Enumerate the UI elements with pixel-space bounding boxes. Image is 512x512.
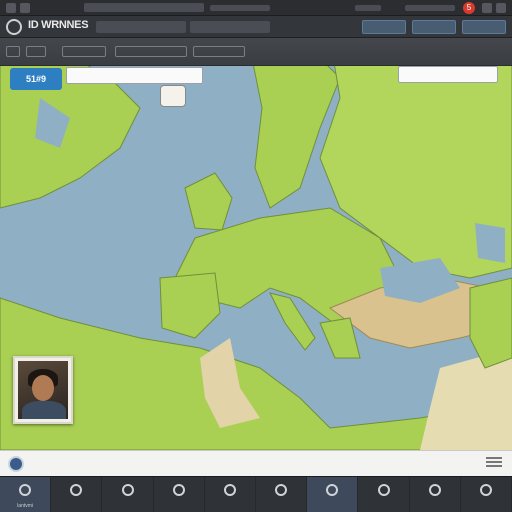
dock-app-icon bbox=[19, 484, 32, 496]
map-subbar bbox=[0, 38, 512, 66]
map-canvas[interactable] bbox=[0, 38, 512, 450]
close-button[interactable] bbox=[496, 3, 506, 13]
map-marker-icon[interactable] bbox=[160, 85, 186, 107]
dock-item[interactable] bbox=[102, 477, 154, 512]
subbar-tab[interactable] bbox=[115, 46, 187, 57]
menu-segment[interactable] bbox=[96, 21, 186, 33]
dock-app-icon bbox=[172, 484, 185, 496]
dock-item[interactable] bbox=[256, 477, 308, 512]
title-segment bbox=[355, 5, 381, 11]
location-input[interactable] bbox=[398, 66, 498, 83]
title-segment bbox=[210, 5, 270, 11]
minimize-button[interactable] bbox=[482, 3, 492, 13]
subbar-tab[interactable] bbox=[62, 46, 106, 57]
user-photo-card[interactable] bbox=[13, 356, 73, 424]
photo-face bbox=[32, 375, 54, 401]
app-logo-icon bbox=[6, 19, 22, 35]
bottom-dock: lantvmi bbox=[0, 476, 512, 512]
avatar[interactable] bbox=[8, 456, 24, 472]
menu-icon[interactable] bbox=[486, 457, 502, 469]
dock-item[interactable] bbox=[205, 477, 257, 512]
dock-app-icon bbox=[70, 484, 83, 496]
dock-item[interactable] bbox=[461, 477, 512, 512]
subbar-tab[interactable] bbox=[193, 46, 245, 57]
dock-item-label: lantvmi bbox=[17, 503, 34, 509]
dock-item[interactable] bbox=[307, 477, 359, 512]
main-toolbar: ID WRNNES bbox=[0, 16, 512, 38]
photo bbox=[18, 361, 68, 419]
eastern-lake bbox=[475, 223, 505, 263]
dock-app-icon bbox=[223, 484, 236, 496]
window-control[interactable] bbox=[20, 3, 30, 13]
dock-item[interactable] bbox=[410, 477, 461, 512]
title-segment bbox=[405, 5, 455, 11]
dock-item[interactable] bbox=[358, 477, 410, 512]
photo-shirt bbox=[22, 401, 66, 419]
dock-item[interactable] bbox=[51, 477, 103, 512]
map-application: 5 ID WRNNES 51#9 lantvmi bbox=[0, 0, 512, 512]
menu-segment[interactable] bbox=[190, 21, 270, 33]
dock-item[interactable] bbox=[154, 477, 205, 512]
dock-app-icon bbox=[428, 484, 441, 496]
map-svg bbox=[0, 38, 512, 450]
dock-app-icon bbox=[121, 484, 134, 496]
window-control[interactable] bbox=[6, 3, 16, 13]
dock-app-icon bbox=[377, 484, 390, 496]
app-title: ID WRNNES bbox=[28, 19, 89, 31]
subbar-toggle[interactable] bbox=[6, 46, 20, 57]
dock-item[interactable]: lantvmi bbox=[0, 477, 52, 512]
toolbar-actions bbox=[362, 20, 506, 34]
title-bar: 5 bbox=[0, 0, 512, 16]
toolbar-action-button[interactable] bbox=[412, 20, 456, 34]
toolbar-action-button[interactable] bbox=[462, 20, 506, 34]
dock-app-icon bbox=[479, 484, 492, 496]
dock-app-icon bbox=[275, 484, 288, 496]
status-bar bbox=[0, 450, 512, 476]
search-input[interactable] bbox=[66, 67, 203, 84]
window-title bbox=[84, 3, 204, 12]
notification-badge[interactable]: 5 bbox=[463, 2, 475, 14]
toolbar-action-button[interactable] bbox=[362, 20, 406, 34]
layer-button[interactable]: 51#9 bbox=[10, 68, 62, 90]
subbar-toggle[interactable] bbox=[26, 46, 46, 57]
dock-app-icon bbox=[326, 484, 339, 496]
